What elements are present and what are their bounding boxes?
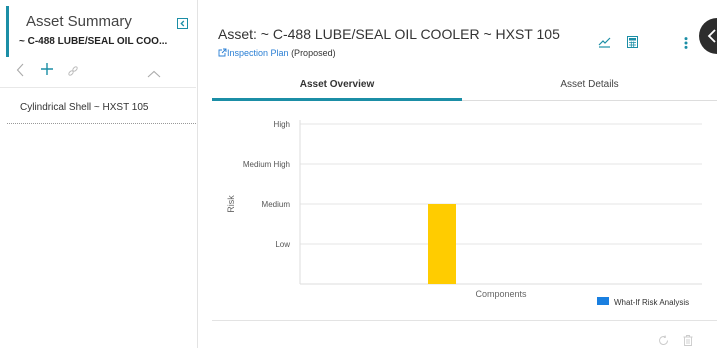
risk-chart: Low Medium Medium High High Risk Components Wh… bbox=[226, 120, 702, 307]
calculator-icon[interactable] bbox=[627, 35, 638, 53]
link-icon[interactable] bbox=[67, 64, 79, 82]
y-axis-label: Risk bbox=[226, 195, 236, 213]
selection-accent bbox=[6, 6, 9, 57]
refresh-icon[interactable] bbox=[658, 333, 669, 351]
legend-swatch bbox=[597, 297, 609, 305]
legend-label: What-If Risk Analysis bbox=[614, 298, 689, 307]
y-tick-label: High bbox=[274, 120, 290, 129]
x-axis-label: Components bbox=[475, 289, 527, 299]
risk-matrix-icon[interactable] bbox=[598, 35, 611, 53]
y-tick-label: Medium High bbox=[243, 160, 290, 169]
plus-icon[interactable] bbox=[40, 62, 54, 81]
collapse-icon[interactable] bbox=[177, 18, 188, 29]
panel-title: Asset Summary bbox=[26, 13, 132, 30]
chart-bar bbox=[428, 204, 456, 284]
left-panel bbox=[0, 0, 198, 348]
chevron-up-icon[interactable] bbox=[147, 65, 161, 83]
plan-status: (Proposed) bbox=[291, 48, 336, 58]
tree-item-divider bbox=[7, 123, 196, 124]
y-tick-label: Medium bbox=[262, 200, 291, 209]
inspection-plan-line: Inspection Plan (Proposed) bbox=[218, 48, 336, 58]
more-vert-icon[interactable] bbox=[684, 36, 688, 54]
chart-bottom-divider bbox=[212, 320, 717, 321]
tab-asset-overview[interactable]: Asset Overview bbox=[212, 72, 462, 100]
corner-action-icon[interactable] bbox=[699, 18, 717, 54]
y-tick-label: Low bbox=[275, 240, 290, 249]
toolbar-divider bbox=[0, 87, 196, 88]
external-link-icon bbox=[218, 48, 227, 58]
page-title: Asset: ~ C-488 LUBE/SEAL OIL COOLER ~ HX… bbox=[218, 26, 560, 42]
tab-asset-details[interactable]: Asset Details bbox=[462, 72, 717, 100]
inspection-plan-link[interactable]: Inspection Plan bbox=[227, 48, 289, 58]
tab-active-indicator bbox=[212, 98, 462, 101]
delete-icon[interactable] bbox=[683, 333, 693, 351]
tree-item-cylindrical-shell[interactable]: Cylindrical Shell ~ HXST 105 bbox=[20, 102, 149, 113]
panel-asset-name: ~ C-488 LUBE/SEAL OIL COO... bbox=[19, 36, 168, 47]
back-chevron-icon[interactable] bbox=[16, 63, 24, 82]
